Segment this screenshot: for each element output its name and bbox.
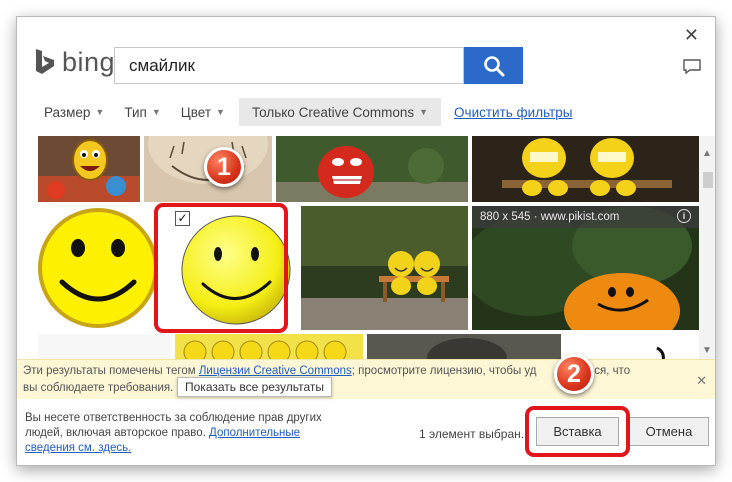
chevron-down-icon: ▼ [419,107,429,117]
copyright-disclaimer: Вы несете ответственность за соблюдение … [25,411,330,456]
notice-text: ; просмотрите лицензию, чтобы уд [351,365,537,377]
search-icon [483,55,504,76]
info-icon[interactable]: i [677,209,691,223]
scroll-up-icon[interactable]: ▲ [702,148,712,159]
image-result[interactable] [367,334,561,361]
close-notice-button[interactable]: ✕ [696,372,707,389]
show-all-results-tooltip[interactable]: Показать все результаты [177,377,332,397]
image-result[interactable] [472,136,699,202]
chevron-down-icon: ▼ [95,107,105,117]
insert-highlight-frame [525,406,630,457]
results-scrollbar[interactable]: ▲ ▼ [699,136,715,362]
selection-highlight-frame [154,203,288,333]
step-badge-2: 2 [554,354,594,394]
filter-color-label: Цвет [180,104,212,120]
selected-count: 1 элемент выбран. [419,427,525,441]
insert-online-pictures-dialog: ✕ bing смайлик Размер ▼ Тип ▼ Цвет ▼ Тол… [16,16,716,466]
filter-size-label: Размер [44,104,91,120]
image-result[interactable] [276,136,468,202]
image-result[interactable] [301,206,468,330]
image-results-grid: ✓ 880 x 545 · www.pikist.com i [38,136,699,361]
image-result[interactable]: 880 x 545 · www.pikist.com i [472,206,699,330]
chevron-down-icon: ▼ [216,107,225,117]
filter-license-label: Только Creative Commons [251,104,415,120]
bing-logo: bing [33,47,115,77]
search-button[interactable] [464,47,523,84]
notice-text: Эти результаты помечены тегом [23,365,199,377]
search-input[interactable]: смайлик [114,47,464,84]
image-result[interactable] [38,334,170,361]
image-result[interactable] [38,206,170,330]
cancel-button[interactable]: Отмена [629,417,709,446]
image-result[interactable] [38,136,140,202]
close-dialog-button[interactable]: ✕ [684,25,699,46]
filter-color-dropdown[interactable]: Цвет ▼ [181,98,225,126]
bing-logo-icon [36,49,54,74]
license-notice-line-2: вы соблюдаете требования. [23,382,174,394]
filter-license-dropdown[interactable]: Только Creative Commons ▼ [238,98,442,126]
scroll-down-icon[interactable]: ▼ [702,345,712,356]
filter-bar: Размер ▼ Тип ▼ Цвет ▼ Только Creative Co… [44,98,572,126]
license-notice-line-1: Эти результаты помечены тегом Лицензии C… [23,363,715,380]
image-result[interactable] [175,334,363,361]
filter-type-label: Тип [124,104,147,120]
feedback-icon[interactable] [683,59,701,74]
chevron-down-icon: ▼ [151,107,161,117]
bing-wordmark: bing [62,47,116,77]
filter-type-dropdown[interactable]: Тип ▼ [124,98,160,126]
creative-commons-link[interactable]: Лицензии Creative Commons [199,365,352,377]
license-notice-bar: Эти результаты помечены тегом Лицензии C… [17,359,715,399]
image-dimensions-source: 880 x 545 · www.pikist.com [480,211,620,223]
scrollbar-thumb[interactable] [703,172,713,188]
step-badge-1: 1 [204,147,244,187]
image-hover-info: 880 x 545 · www.pikist.com i [472,206,699,228]
filter-size-dropdown[interactable]: Размер ▼ [44,98,104,126]
clear-filters-link[interactable]: Очистить фильтры [454,105,572,120]
